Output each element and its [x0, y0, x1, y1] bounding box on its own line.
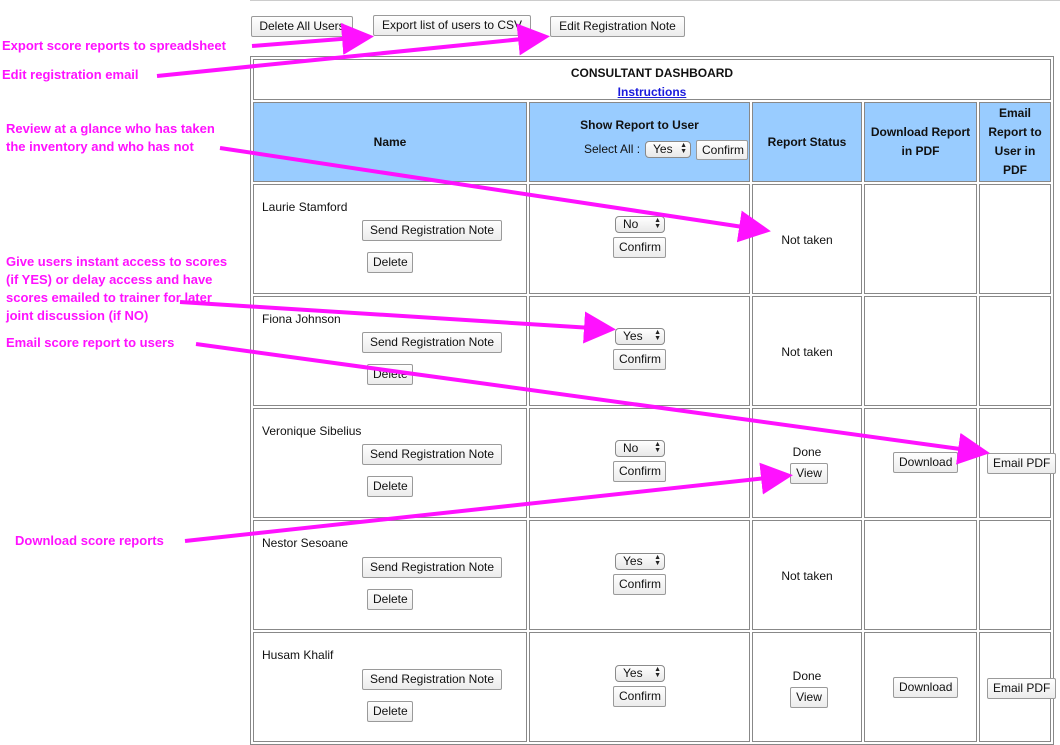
download-report-header: Download Report in PDF — [864, 102, 977, 182]
name-header: Name — [253, 102, 527, 182]
stepper-arrows-icon: ▲ ▼ — [654, 329, 661, 342]
user-name: Laurie Stamford — [262, 200, 348, 214]
annotation-review-line-1: Review at a glance who has taken — [6, 121, 215, 136]
confirm-button[interactable]: Confirm — [613, 461, 666, 482]
stepper-arrows-icon: ▲ ▼ — [654, 441, 661, 454]
show-report-dropdown[interactable]: Yes ▲ ▼ — [615, 665, 665, 682]
delete-user-button[interactable]: Delete — [367, 476, 413, 497]
user-name: Husam Khalif — [262, 648, 334, 662]
delete-user-button[interactable]: Delete — [367, 364, 413, 385]
report-status: Done — [792, 669, 822, 683]
report-status-header: Report Status — [752, 102, 862, 182]
send-registration-note-button[interactable]: Send Registration Note — [362, 557, 502, 578]
annotation-access-line-2: (if YES) or delay access and have — [6, 272, 213, 287]
select-all-label: Select All : — [584, 142, 641, 156]
user-name: Fiona Johnson — [262, 312, 341, 326]
edit-registration-note-button[interactable]: Edit Registration Note — [550, 16, 685, 37]
stepper-arrows-icon: ▲ ▼ — [654, 217, 661, 230]
report-status: Done — [792, 445, 822, 459]
select-all-dropdown[interactable]: Yes ▲ ▼ — [645, 141, 691, 158]
send-registration-note-button[interactable]: Send Registration Note — [362, 669, 502, 690]
top-divider — [250, 0, 1060, 1]
report-status: Not taken — [781, 233, 833, 247]
annotation-access-line-4: joint discussion (if NO) — [6, 308, 149, 323]
user-name: Nestor Sesoane — [262, 536, 349, 550]
consultant-dashboard-table: CONSULTANT DASHBOARD Instructions Name S… — [250, 56, 1054, 745]
send-registration-note-button[interactable]: Send Registration Note — [362, 444, 502, 465]
dashboard-title-cell: CONSULTANT DASHBOARD Instructions — [253, 59, 1051, 100]
instructions-link[interactable]: Instructions — [254, 85, 1050, 99]
user-name: Veronique Sibelius — [262, 424, 362, 438]
confirm-button[interactable]: Confirm — [613, 686, 666, 707]
stepper-arrows-icon: ▲ ▼ — [680, 142, 687, 155]
report-status: Not taken — [781, 345, 833, 359]
email-pdf-button[interactable]: Email PDF — [987, 453, 1056, 474]
delete-user-button[interactable]: Delete — [367, 252, 413, 273]
annotation-export-scores: Export score reports to spreadsheet — [2, 38, 226, 53]
dashboard-title: CONSULTANT DASHBOARD — [570, 66, 734, 80]
send-registration-note-button[interactable]: Send Registration Note — [362, 220, 502, 241]
download-report-button[interactable]: Download — [893, 677, 958, 698]
delete-all-users-button[interactable]: Delete All Users — [251, 16, 353, 37]
export-csv-button[interactable]: Export list of users to CSV — [373, 15, 531, 36]
stepper-arrows-icon: ▲ ▼ — [654, 666, 661, 679]
select-all-confirm-button[interactable]: Confirm — [696, 140, 748, 160]
show-report-dropdown[interactable]: Yes ▲ ▼ — [615, 553, 665, 570]
view-report-button[interactable]: View — [790, 463, 828, 484]
annotation-edit-email: Edit registration email — [2, 67, 139, 82]
arrow-export — [251, 22, 374, 55]
annotation-review-line-2: the inventory and who has not — [6, 139, 194, 154]
show-report-dropdown[interactable]: No ▲ ▼ — [615, 216, 665, 233]
annotation-download-report: Download score reports — [15, 533, 164, 548]
delete-user-button[interactable]: Delete — [367, 589, 413, 610]
download-report-button[interactable]: Download — [893, 452, 958, 473]
show-report-dropdown[interactable]: No ▲ ▼ — [615, 440, 665, 457]
annotation-access-line-1: Give users instant access to scores — [6, 254, 228, 269]
email-pdf-button[interactable]: Email PDF — [987, 678, 1056, 699]
confirm-button[interactable]: Confirm — [613, 237, 666, 258]
email-report-header: Email Report to User in PDF — [979, 102, 1051, 182]
annotation-email-report: Email score report to users — [6, 335, 175, 350]
confirm-button[interactable]: Confirm — [613, 574, 666, 595]
view-report-button[interactable]: View — [790, 687, 828, 708]
send-registration-note-button[interactable]: Send Registration Note — [362, 332, 502, 353]
stepper-arrows-icon: ▲ ▼ — [654, 554, 661, 567]
confirm-button[interactable]: Confirm — [613, 349, 666, 370]
show-report-dropdown[interactable]: Yes ▲ ▼ — [615, 328, 665, 345]
delete-user-button[interactable]: Delete — [367, 701, 413, 722]
annotation-access-line-3: scores emailed to trainer for later — [6, 290, 212, 305]
report-status: Not taken — [781, 569, 833, 583]
